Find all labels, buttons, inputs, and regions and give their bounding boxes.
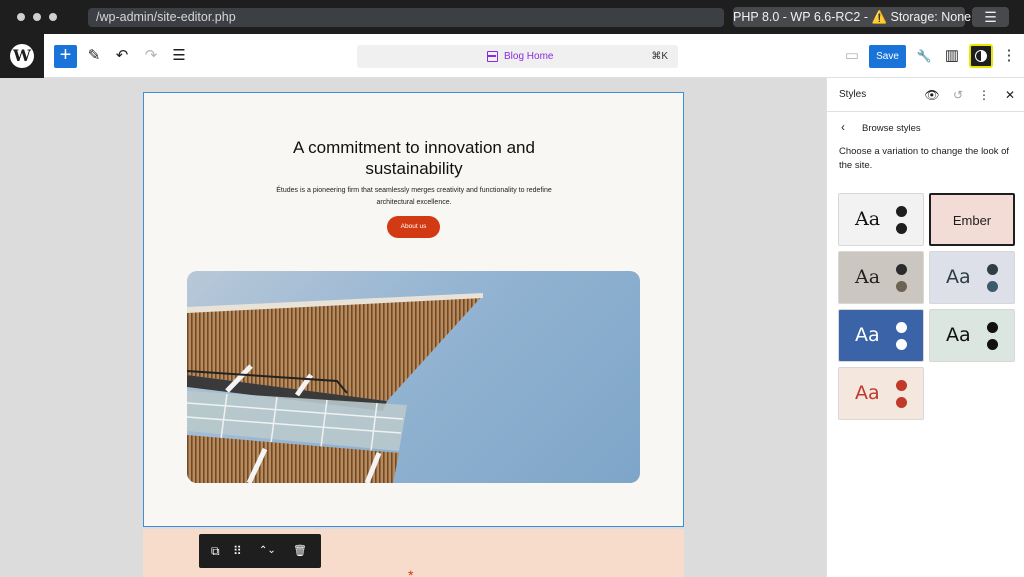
style-variation-sample: Aa <box>946 324 971 346</box>
style-variation-card[interactable]: Aa <box>929 251 1015 304</box>
document-title: Blog Home <box>504 51 554 62</box>
drag-handle-icon[interactable]: ⠿ <box>233 534 242 568</box>
style-variation-sample: Aa <box>855 382 880 404</box>
architecture-image[interactable] <box>187 271 640 483</box>
styles-button[interactable] <box>969 44 993 68</box>
palette-swatch <box>896 380 907 391</box>
style-variation-palette <box>896 264 908 298</box>
palette-swatch <box>987 322 998 333</box>
block-inserter-button[interactable]: + <box>54 45 77 68</box>
palette-swatch <box>987 264 998 275</box>
edit-tool-icon[interactable]: ✎ <box>84 46 104 66</box>
close-icon[interactable]: ✕ <box>1002 87 1018 103</box>
hero-paragraph[interactable]: Études is a pioneering firm that seamles… <box>274 185 554 209</box>
style-variation-palette <box>896 322 908 356</box>
style-variation-palette <box>896 206 908 240</box>
address-bar[interactable]: /wp-admin/site-editor.php <box>88 8 724 27</box>
palette-swatch <box>896 339 907 350</box>
wordpress-logo-icon: W <box>10 44 34 68</box>
delete-icon[interactable]: 🗑 <box>293 534 307 568</box>
palette-swatch <box>896 281 907 292</box>
command-palette-bar[interactable]: Blog Home ⌘K <box>357 45 678 68</box>
palette-swatch <box>896 206 907 217</box>
style-variation-card[interactable]: Ember <box>929 193 1015 246</box>
tools-icon[interactable]: 🔧 <box>914 46 934 66</box>
styles-sidebar: Styles 👁 ↺ ⋮ ✕ ‹ Browse styles Choose a … <box>826 78 1024 577</box>
block-toolbar: ⧉ ⠿ ⌃⌄ 🗑 <box>199 534 321 568</box>
style-variation-palette <box>987 322 999 356</box>
building-illustration <box>187 293 483 483</box>
save-button[interactable]: Save <box>869 45 906 68</box>
style-variation-card[interactable]: Aa <box>838 309 924 362</box>
window-dot-close[interactable] <box>17 13 25 21</box>
palette-swatch <box>896 322 907 333</box>
style-variation-palette <box>896 380 908 414</box>
revisions-icon[interactable]: ↺ <box>950 87 966 103</box>
options-more-icon[interactable]: ⋮ <box>999 46 1019 66</box>
style-variation-sample: Aa <box>946 266 971 288</box>
command-shortcut: ⌘K <box>651 51 668 62</box>
styles-description: Choose a variation to change the look of… <box>839 146 1010 171</box>
back-chevron-icon[interactable]: ‹ <box>841 120 845 134</box>
style-book-eye-icon[interactable]: 👁 <box>924 87 940 103</box>
style-variation-sample: Aa <box>855 208 881 230</box>
palette-swatch <box>896 264 907 275</box>
style-variation-sample: Aa <box>855 324 880 346</box>
style-variation-sample: Aa <box>855 266 881 288</box>
editor-header: W + ✎ ↶ ↷ ☰ Blog Home ⌘K ▭ Save 🔧 ▥ ⋮ <box>0 34 1024 78</box>
palette-swatch <box>896 223 907 234</box>
undo-icon[interactable]: ↶ <box>112 46 132 66</box>
sidebar-title: Styles <box>839 89 867 100</box>
browse-styles-heading: Browse styles <box>862 123 921 134</box>
sidebar-more-icon[interactable]: ⋮ <box>976 87 992 103</box>
style-variation-card[interactable]: Aa <box>838 367 924 420</box>
style-variation-card[interactable]: Aa <box>838 251 924 304</box>
style-variation-card[interactable]: Aa <box>838 193 924 246</box>
palette-swatch <box>987 281 998 292</box>
environment-badge[interactable]: PHP 8.0 - WP 6.6-RC2 - ⚠️ Storage: None <box>733 7 971 27</box>
hero-heading[interactable]: A commitment to innovation and sustainab… <box>264 137 564 179</box>
style-variation-card[interactable]: Aa <box>929 309 1015 362</box>
move-up-down-icon[interactable]: ⌃⌄ <box>259 534 276 568</box>
editor-canvas[interactable]: A commitment to innovation and sustainab… <box>0 78 826 577</box>
settings-panel-icon[interactable]: ▥ <box>942 46 962 66</box>
style-variation-label: Ember <box>952 213 992 228</box>
duplicate-icon[interactable]: ⧉ <box>211 534 220 568</box>
device-preview-icon[interactable]: ▭ <box>842 46 862 66</box>
palette-swatch <box>896 397 907 408</box>
selected-cover-block[interactable]: A commitment to innovation and sustainab… <box>143 92 684 527</box>
browser-chrome: /wp-admin/site-editor.php PHP 8.0 - WP 6… <box>0 0 1024 34</box>
contrast-icon <box>975 50 987 62</box>
about-us-button[interactable]: About us <box>387 216 440 238</box>
window-dot-minimize[interactable] <box>33 13 41 21</box>
browser-menu-icon[interactable]: ☰ <box>972 7 1009 27</box>
footer-asterisk: * <box>408 567 414 577</box>
palette-swatch <box>987 339 998 350</box>
window-dot-maximize[interactable] <box>49 13 57 21</box>
style-variation-palette <box>987 264 999 298</box>
sidebar-header: Styles 👁 ↺ ⋮ ✕ <box>827 78 1024 112</box>
list-view-icon[interactable]: ☰ <box>169 46 189 66</box>
template-icon <box>487 51 498 62</box>
redo-icon[interactable]: ↷ <box>141 46 161 66</box>
wordpress-logo-button[interactable]: W <box>0 34 44 78</box>
